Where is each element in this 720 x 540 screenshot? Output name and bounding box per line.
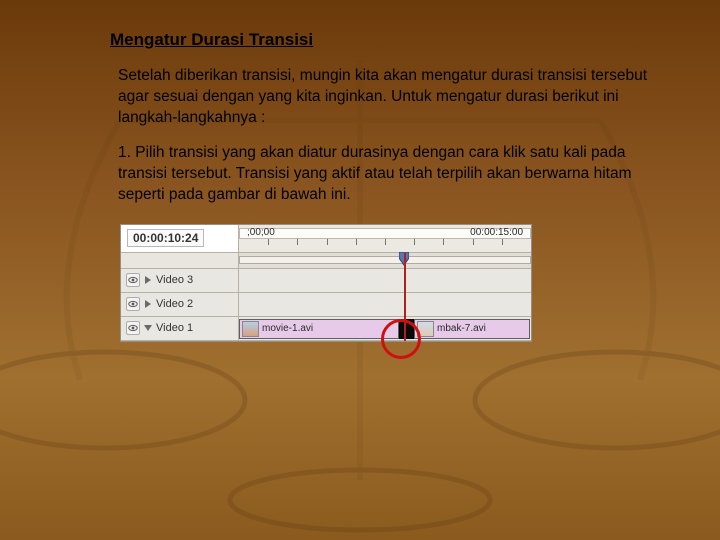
work-area-bar[interactable] [239,256,531,264]
time-ruler[interactable]: ;00;00 00:00:15:00 [239,225,531,252]
timecode-cell: 00:00:10:24 [121,225,239,252]
clip-movie1[interactable]: movie-1.avi [239,319,399,339]
track-label-video3[interactable]: Video 3 [121,269,239,292]
ruler-label-start: ;00;00 [247,227,275,238]
chevron-right-icon[interactable] [144,300,152,308]
track-label-video1[interactable]: Video 1 [121,317,239,340]
eye-icon[interactable] [126,321,140,335]
section-title: Mengatur Durasi Transisi [110,30,660,50]
timecode-display[interactable]: 00:00:10:24 [127,229,204,247]
annotation-highlight-circle [381,319,421,359]
track-name: Video 3 [156,274,193,286]
intro-paragraph: Setelah diberikan transisi, mungin kita … [110,66,660,129]
track-content-video3[interactable] [239,269,531,292]
track-label-video2[interactable]: Video 2 [121,293,239,316]
clip-label: mbak-7.avi [437,323,486,334]
clip-mbak7[interactable]: mbak-7.avi [414,319,530,339]
track-name: Video 1 [156,322,193,334]
step-1: 1. Pilih transisi yang akan diatur duras… [110,143,660,206]
track-content-video2[interactable] [239,293,531,316]
clip-thumbnail [242,321,259,337]
timeline-editor-screenshot: 00:00:10:24 ;00;00 00:00:15:00 [120,224,532,342]
ruler-label-end: 00:00:15:00 [470,227,523,238]
eye-icon[interactable] [126,273,140,287]
chevron-right-icon[interactable] [144,276,152,284]
clip-label: movie-1.avi [262,323,313,334]
step-1-num: 1. [118,144,135,161]
eye-icon[interactable] [126,297,140,311]
step-1-body: Pilih transisi yang akan diatur durasiny… [118,144,631,203]
chevron-down-icon[interactable] [144,324,152,332]
track-name: Video 2 [156,298,193,310]
